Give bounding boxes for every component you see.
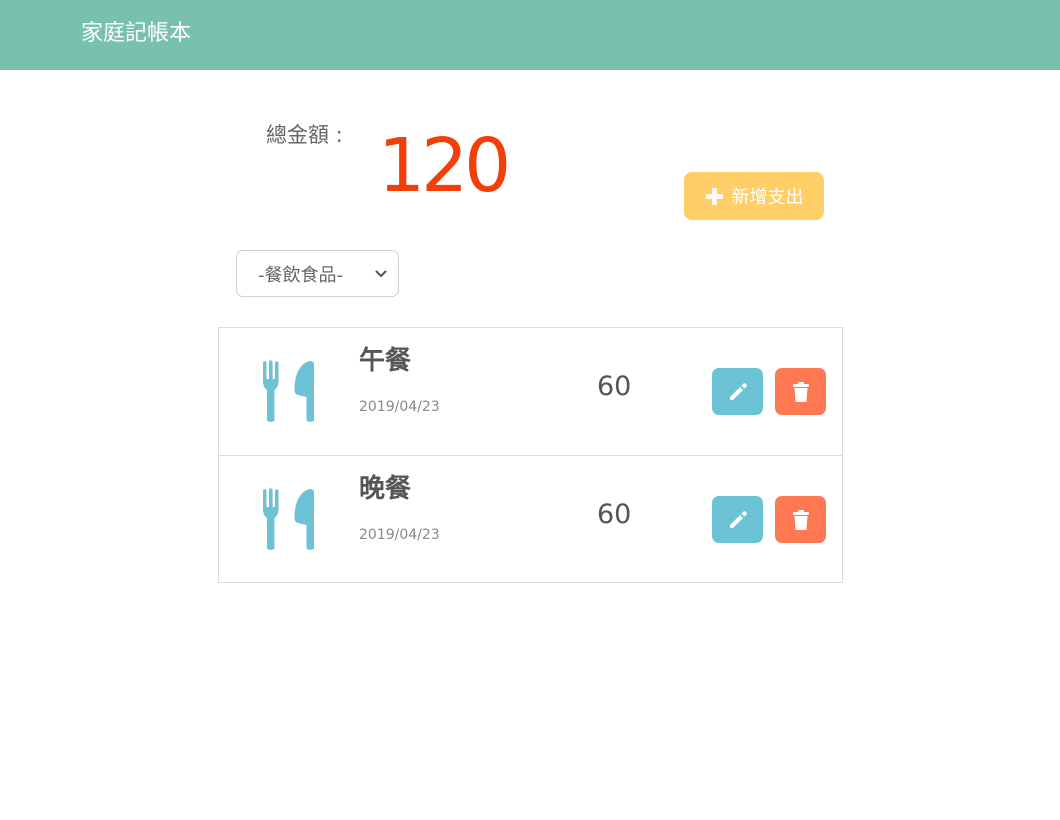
app-brand[interactable]: 家庭記帳本 [81, 19, 191, 49]
pencil-icon [729, 510, 747, 528]
expense-title: 午餐 [359, 346, 412, 376]
expense-date: 2019/04/23 [359, 399, 440, 415]
utensils-icon [263, 360, 314, 422]
category-select-value: -餐飲食品- [258, 264, 343, 286]
edit-button[interactable] [712, 368, 763, 415]
category-select[interactable]: -餐飲食品- [236, 250, 399, 297]
trash-icon [792, 509, 809, 530]
navbar: 家庭記帳本 [0, 0, 1060, 70]
expense-amount: 60 [597, 371, 632, 402]
add-expense-button[interactable]: 新增支出 [684, 172, 824, 220]
delete-button[interactable] [775, 368, 826, 415]
plus-icon [705, 187, 723, 205]
trash-icon [792, 381, 809, 402]
total-amount: 120 [378, 123, 511, 209]
add-expense-label: 新增支出 [731, 187, 804, 208]
total-label: 總金額 : [266, 123, 343, 147]
delete-button[interactable] [775, 496, 826, 543]
expense-item: 晚餐 2019/04/23 60 [219, 455, 842, 582]
expense-item: 午餐 2019/04/23 60 [219, 328, 842, 455]
chevron-down-icon [375, 270, 387, 277]
expense-amount: 60 [597, 499, 632, 530]
pencil-icon [729, 382, 747, 400]
utensils-icon [263, 488, 314, 550]
expense-title: 晚餐 [359, 474, 412, 504]
expense-date: 2019/04/23 [359, 527, 440, 543]
expense-list: 午餐 2019/04/23 60 晚餐 2019/04/23 60 [218, 327, 843, 583]
edit-button[interactable] [712, 496, 763, 543]
